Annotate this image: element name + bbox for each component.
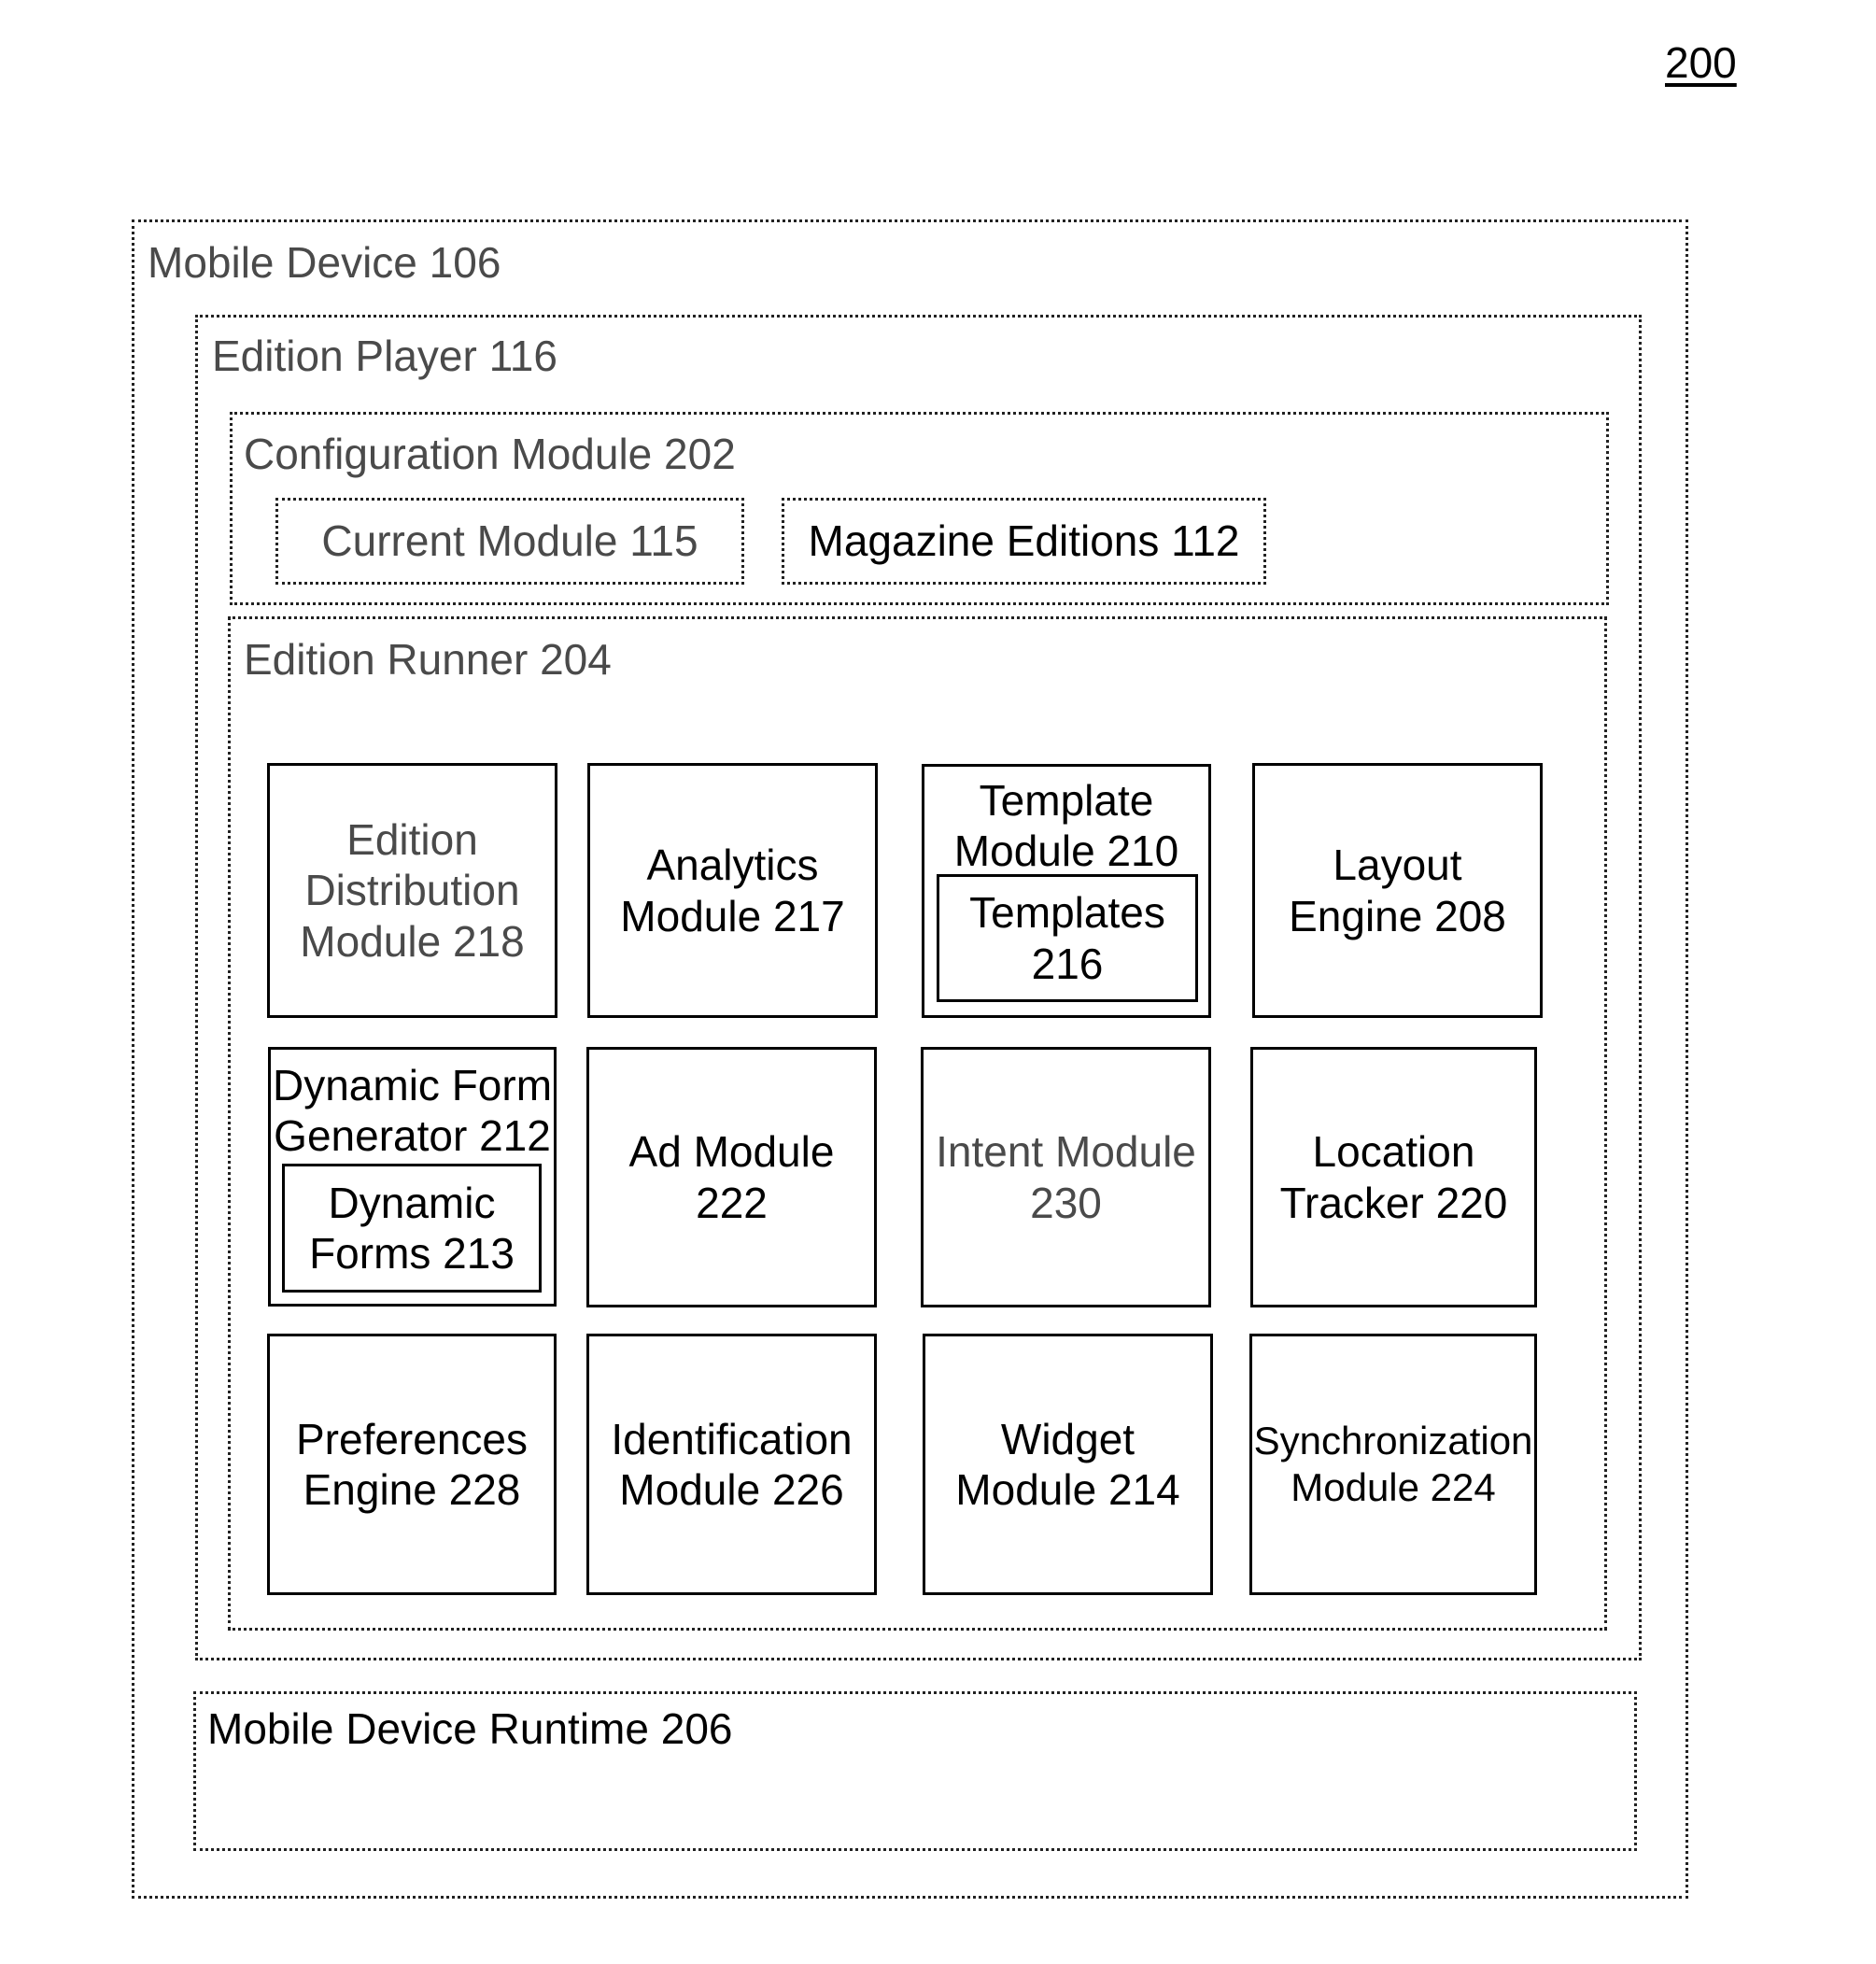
dynamic-forms-box: Dynamic Forms 213 [282, 1164, 542, 1293]
intent-module-label: Intent Module 230 [936, 1127, 1196, 1227]
identification-module-label: Identification Module 226 [611, 1414, 853, 1514]
edition-distribution-module-label: Edition Distribution Module 218 [300, 815, 525, 966]
layout-engine-label: Layout Engine 208 [1289, 841, 1506, 940]
current-module-label: Current Module 115 [321, 516, 698, 566]
configuration-module-title: Configuration Module 202 [244, 430, 736, 478]
preferences-engine-label: Preferences Engine 228 [295, 1414, 528, 1514]
edition-distribution-module-box: Edition Distribution Module 218 [267, 763, 557, 1018]
analytics-module-box: Analytics Module 217 [587, 763, 878, 1018]
figure-number: 200 [1665, 38, 1737, 87]
widget-module-label: Widget Module 214 [955, 1414, 1180, 1514]
location-tracker-box: Location Tracker 220 [1250, 1047, 1537, 1307]
edition-player-title: Edition Player 116 [212, 332, 557, 380]
preferences-engine-box: Preferences Engine 228 [267, 1334, 557, 1595]
dynamic-forms-label: Dynamic Forms 213 [309, 1178, 515, 1278]
current-module-box: Current Module 115 [275, 498, 744, 585]
ad-module-label: Ad Module 222 [628, 1127, 835, 1227]
edition-runner-title: Edition Runner 204 [244, 635, 612, 684]
templates-label: Templates 216 [969, 888, 1165, 988]
magazine-editions-label: Magazine Editions 112 [808, 516, 1240, 566]
templates-box: Templates 216 [937, 874, 1198, 1002]
synchronization-module-label: Synchronization Module 224 [1253, 1419, 1533, 1509]
magazine-editions-box: Magazine Editions 112 [782, 498, 1266, 585]
dynamic-form-generator-label: Dynamic Form Generator 212 [272, 1060, 553, 1160]
layout-engine-box: Layout Engine 208 [1252, 763, 1543, 1018]
location-tracker-label: Location Tracker 220 [1279, 1127, 1508, 1227]
widget-module-box: Widget Module 214 [923, 1334, 1213, 1595]
synchronization-module-box: Synchronization Module 224 [1249, 1334, 1537, 1595]
template-module-box: Template Module 210 Templates 216 [922, 764, 1211, 1018]
mobile-device-title: Mobile Device 106 [148, 238, 501, 287]
template-module-label: Template Module 210 [953, 775, 1179, 875]
mobile-device-runtime-title: Mobile Device Runtime 206 [207, 1704, 733, 1753]
ad-module-box: Ad Module 222 [586, 1047, 877, 1307]
dynamic-form-generator-box: Dynamic Form Generator 212 Dynamic Forms… [268, 1047, 557, 1307]
analytics-module-label: Analytics Module 217 [620, 841, 845, 940]
intent-module-box: Intent Module 230 [921, 1047, 1211, 1307]
identification-module-box: Identification Module 226 [586, 1334, 877, 1595]
